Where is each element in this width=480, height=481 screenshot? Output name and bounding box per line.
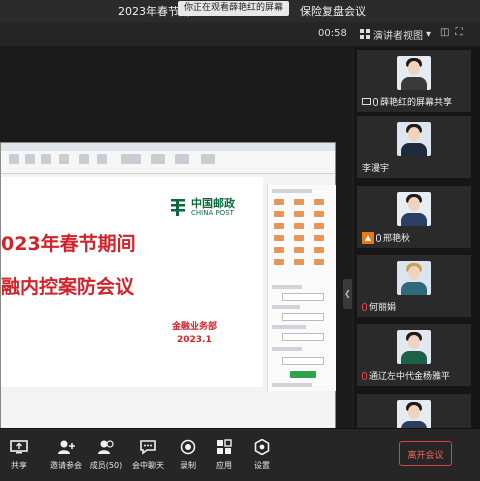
screen-share-icon xyxy=(362,98,371,105)
participant-tile[interactable] xyxy=(357,394,471,428)
speaker-view-label: 演讲者视图 xyxy=(373,30,423,42)
avatar xyxy=(397,400,431,428)
shared-screen-stage: 中国邮政 CHINA POST 023年春节期间 融内控案防会议 金融业务部 2… xyxy=(0,46,352,444)
participant-tile[interactable]: 通辽左中代金杨雅平 xyxy=(357,324,471,386)
members-icon xyxy=(98,440,114,454)
slide-title-line1: 023年春节期间 xyxy=(1,233,136,255)
members-button[interactable]: 成员(50) xyxy=(84,439,128,471)
meeting-control-bar: 共享 邀请参会 成员(50) 会中聊天 录制 应用 设置 离开会议 xyxy=(0,428,480,481)
china-post-logo-icon xyxy=(171,199,185,216)
host-icon: ▲ xyxy=(362,231,374,244)
meeting-toolbar: 00:58 演讲者视图 ▾ ◫⛶ xyxy=(0,22,480,47)
settings-icon xyxy=(254,439,270,455)
logo-english-text: CHINA POST xyxy=(191,209,234,217)
title-bar: 2023年春节期 你正在观看薛艳红的屏幕 保险复盘会议 xyxy=(0,0,480,22)
participant-name: 何丽娟 xyxy=(369,303,397,313)
sharing-status-badge: 你正在观看薛艳红的屏幕 xyxy=(178,1,290,16)
avatar xyxy=(397,261,431,295)
share-screen-icon xyxy=(10,440,28,454)
participant-name: 通辽左中代金杨雅平 xyxy=(369,372,451,382)
record-icon xyxy=(180,439,196,455)
ppt-animation-pane xyxy=(267,185,336,391)
collapse-panel-handle[interactable]: ❮ xyxy=(343,279,352,309)
avatar xyxy=(397,56,431,90)
window-title-tail: 保险复盘会议 xyxy=(300,5,366,18)
ppt-menu-bar xyxy=(1,143,335,151)
grid-view-icon xyxy=(360,29,370,39)
meeting-timer: 00:58 xyxy=(318,28,347,39)
invite-button[interactable]: 邀请参会 xyxy=(44,439,88,471)
invite-icon xyxy=(58,440,75,454)
microphone-icon xyxy=(376,233,381,242)
chat-icon xyxy=(140,440,156,455)
chat-button[interactable]: 会中聊天 xyxy=(126,439,170,471)
window-layout-icons[interactable]: ◫⛶ xyxy=(440,27,468,38)
chevron-down-icon: ▾ xyxy=(426,28,432,40)
ppt-ribbon xyxy=(1,151,335,174)
slide-department: 金融业务部 xyxy=(172,322,218,332)
chat-label: 会中聊天 xyxy=(132,461,164,470)
participant-tile[interactable]: 李漫宇 xyxy=(357,116,471,178)
participant-tile[interactable]: 何丽娟 xyxy=(357,255,471,317)
invite-label: 邀请参会 xyxy=(50,461,82,470)
settings-label: 设置 xyxy=(254,461,270,470)
participant-tile[interactable]: 薛艳红的屏幕共享 xyxy=(357,50,471,112)
avatar xyxy=(397,330,431,364)
presentation-slide: 中国邮政 CHINA POST 023年春节期间 融内控案防会议 金融业务部 2… xyxy=(1,177,263,387)
microphone-icon xyxy=(373,97,378,106)
slide-title-line2: 融内控案防会议 xyxy=(1,276,135,298)
slide-date: 2023.1 xyxy=(177,335,212,345)
share-button[interactable]: 共享 xyxy=(0,439,41,471)
microphone-muted-icon xyxy=(362,371,367,380)
apps-icon xyxy=(217,439,232,454)
avatar xyxy=(397,122,431,156)
participants-panel: 薛艳红的屏幕共享 李漫宇 ▲ 邢艳秋 何丽娟 通辽左中代金杨雅平 xyxy=(354,46,480,428)
members-label: 成员(50) xyxy=(89,461,123,470)
share-label: 共享 xyxy=(11,461,27,470)
leave-meeting-button[interactable]: 离开会议 xyxy=(399,441,452,466)
shared-ppt-window: 中国邮政 CHINA POST 023年春节期间 融内控案防会议 金融业务部 2… xyxy=(0,142,336,444)
microphone-muted-icon xyxy=(362,302,367,311)
settings-button[interactable]: 设置 xyxy=(240,439,284,471)
participant-name: 薛艳红的屏幕共享 xyxy=(380,98,453,108)
participant-name: 邢艳秋 xyxy=(383,234,411,244)
avatar xyxy=(397,192,431,226)
participant-name: 李漫宇 xyxy=(362,164,390,174)
participant-tile[interactable]: ▲ 邢艳秋 xyxy=(357,186,471,248)
china-post-logo: 中国邮政 CHINA POST xyxy=(169,195,239,223)
speaker-view-button[interactable]: 演讲者视图 ▾ xyxy=(360,26,431,42)
